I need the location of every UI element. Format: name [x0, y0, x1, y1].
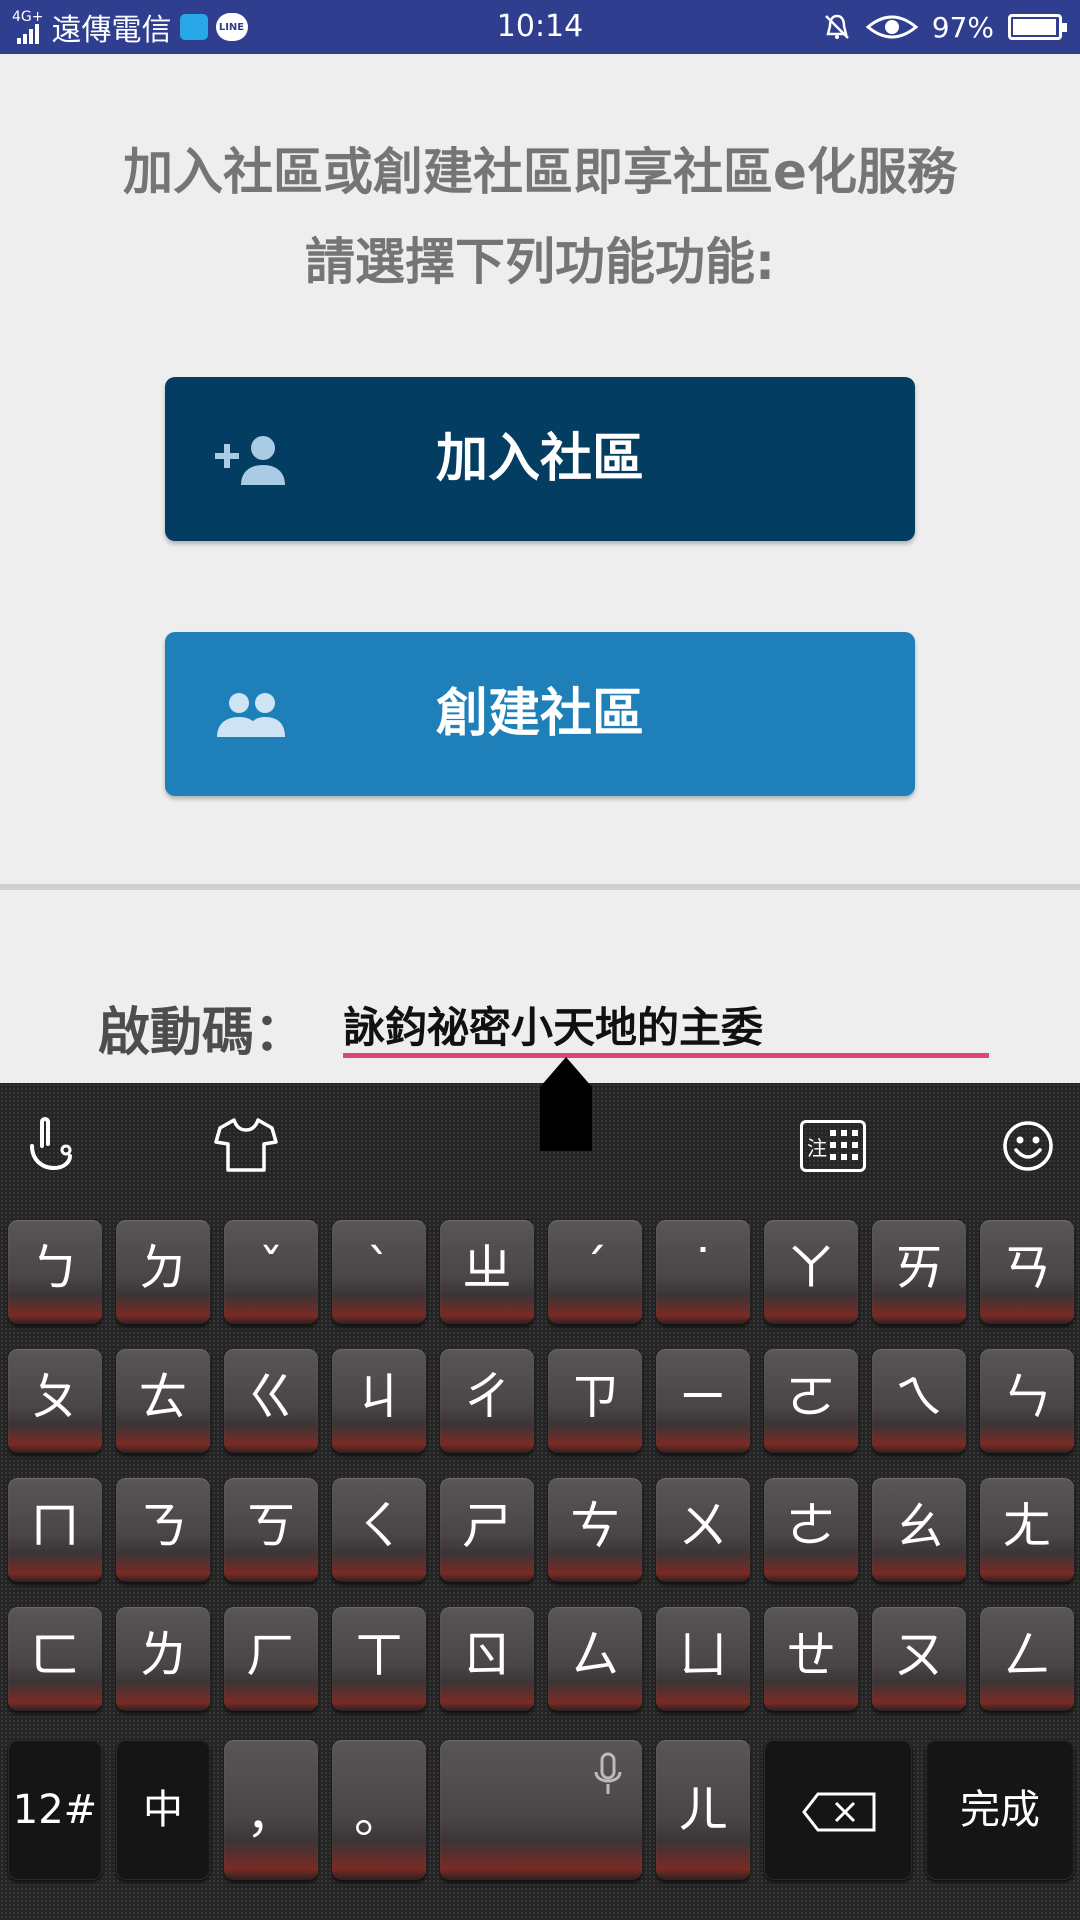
- key-row4-6[interactable]: ㄙ: [548, 1607, 642, 1711]
- key-row3-4[interactable]: ㄑ: [332, 1478, 426, 1582]
- prompt-line-2: 請選擇下列功能功能:: [305, 233, 775, 291]
- done-key[interactable]: 完成: [926, 1740, 1074, 1880]
- activation-code-underline: [343, 1053, 989, 1058]
- zhuyin-layout-char: 注: [807, 1135, 827, 1160]
- battery-icon: [1008, 14, 1067, 40]
- language-switch-key[interactable]: 中: [116, 1740, 210, 1880]
- status-bar: 4G+ 遠傳電信 LINE 10:14 97%: [0, 0, 1080, 54]
- key-row1-6[interactable]: ˊ: [548, 1220, 642, 1324]
- key-row2-7[interactable]: ㄧ: [656, 1349, 750, 1453]
- backspace-key[interactable]: [764, 1740, 912, 1880]
- eye-comfort-icon: [865, 15, 918, 39]
- prompt-line-1: 加入社區或創建社區即享社區e化服務: [123, 143, 957, 201]
- key-row3-6[interactable]: ㄘ: [548, 1478, 642, 1582]
- activation-code-label: 啟動碼：: [98, 1003, 307, 1063]
- key-row4-1[interactable]: ㄈ: [8, 1607, 102, 1711]
- join-community-button[interactable]: 加入社區: [165, 377, 915, 541]
- backspace-icon: [802, 1792, 876, 1832]
- key-row4-8[interactable]: ㄝ: [764, 1607, 858, 1711]
- key-row1-3[interactable]: ˇ: [224, 1220, 318, 1324]
- swipe-gesture-icon[interactable]: [24, 1116, 80, 1172]
- microphone-icon: [594, 1752, 622, 1794]
- key-row3-8[interactable]: ㄜ: [764, 1478, 858, 1582]
- key-row1-9[interactable]: ㄞ: [872, 1220, 966, 1324]
- key-row4-3[interactable]: ㄏ: [224, 1607, 318, 1711]
- key-row3-10[interactable]: ㄤ: [980, 1478, 1074, 1582]
- zhuyin-layout-icon[interactable]: 注: [800, 1120, 866, 1172]
- key-row3-1[interactable]: ㄇ: [8, 1478, 102, 1582]
- key-row2-8[interactable]: ㄛ: [764, 1349, 858, 1453]
- key-row3-9[interactable]: ㄠ: [872, 1478, 966, 1582]
- battery-percent: 97%: [931, 10, 994, 44]
- key-row2-9[interactable]: ㄟ: [872, 1349, 966, 1453]
- space-key[interactable]: [440, 1740, 642, 1880]
- comma-key[interactable]: ，: [224, 1740, 318, 1880]
- er-key[interactable]: ㄦ: [656, 1740, 750, 1880]
- join-community-label: 加入社區: [435, 429, 644, 489]
- key-row1-8[interactable]: ㄚ: [764, 1220, 858, 1324]
- key-row4-7[interactable]: ㄩ: [656, 1607, 750, 1711]
- key-row3-7[interactable]: ㄨ: [656, 1478, 750, 1582]
- battery-level-fill: [1013, 19, 1056, 35]
- key-row2-6[interactable]: ㄗ: [548, 1349, 642, 1453]
- key-row1-7[interactable]: ˙: [656, 1220, 750, 1324]
- key-row1-1[interactable]: ㄅ: [8, 1220, 102, 1324]
- symbols-key[interactable]: 12#: [8, 1740, 102, 1880]
- section-divider: [0, 884, 1080, 890]
- key-row2-10[interactable]: ㄣ: [980, 1349, 1074, 1453]
- text-cursor-handle[interactable]: [540, 1057, 592, 1151]
- key-row2-5[interactable]: ㄔ: [440, 1349, 534, 1453]
- emoji-icon[interactable]: [1002, 1120, 1054, 1172]
- key-row3-3[interactable]: ㄎ: [224, 1478, 318, 1582]
- key-row3-2[interactable]: ㄋ: [116, 1478, 210, 1582]
- key-row1-2[interactable]: ㄉ: [116, 1220, 210, 1324]
- period-key[interactable]: 。: [332, 1740, 426, 1880]
- key-row1-5[interactable]: ㄓ: [440, 1220, 534, 1324]
- key-row4-2[interactable]: ㄌ: [116, 1607, 210, 1711]
- status-right: 97%: [822, 0, 1067, 54]
- create-community-button[interactable]: 創建社區: [165, 632, 915, 796]
- key-row2-2[interactable]: ㄊ: [116, 1349, 210, 1453]
- theme-tshirt-icon[interactable]: [214, 1116, 278, 1174]
- silent-bell-icon: [824, 14, 849, 39]
- key-row4-4[interactable]: ㄒ: [332, 1607, 426, 1711]
- key-row4-5[interactable]: ㄖ: [440, 1607, 534, 1711]
- key-row4-10[interactable]: ㄥ: [980, 1607, 1074, 1711]
- key-row2-3[interactable]: ㄍ: [224, 1349, 318, 1453]
- key-row2-1[interactable]: ㄆ: [8, 1349, 102, 1453]
- key-row1-4[interactable]: ˋ: [332, 1220, 426, 1324]
- key-row1-10[interactable]: ㄢ: [980, 1220, 1074, 1324]
- activation-code-input[interactable]: 詠鈞祕密小天地的主委: [343, 994, 989, 1055]
- key-row3-5[interactable]: ㄕ: [440, 1478, 534, 1582]
- key-row2-4[interactable]: ㄐ: [332, 1349, 426, 1453]
- key-row4-9[interactable]: ㄡ: [872, 1607, 966, 1711]
- create-community-label: 創建社區: [435, 684, 644, 744]
